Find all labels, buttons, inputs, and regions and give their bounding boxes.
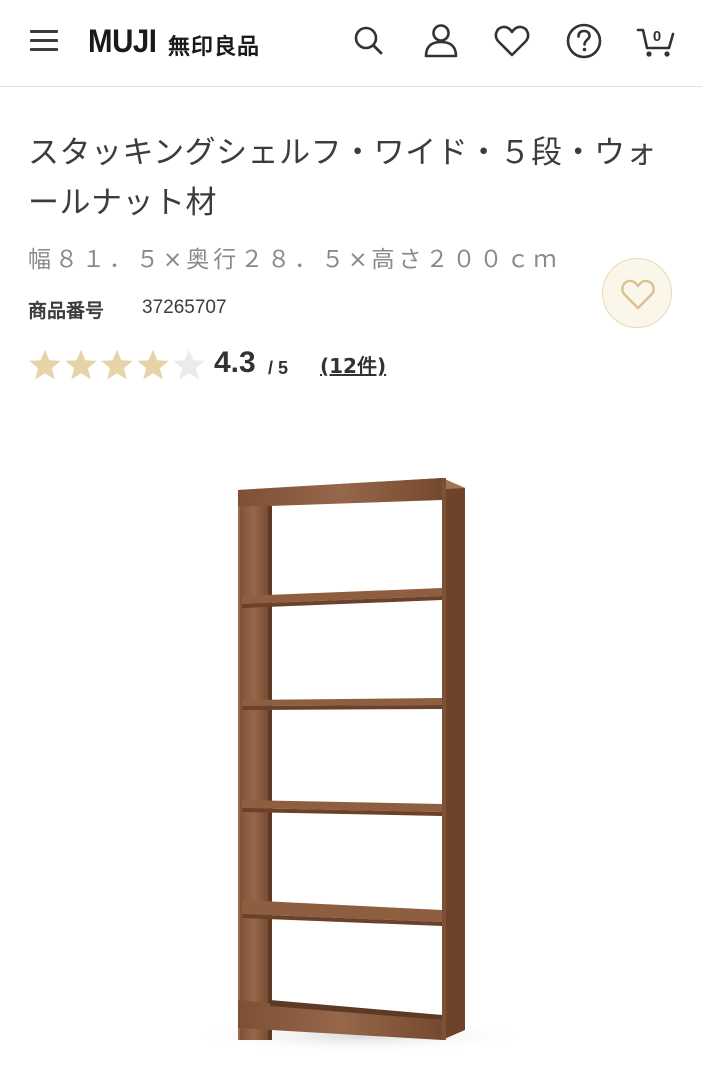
cart-count: 0 — [653, 28, 661, 45]
product-number: 商品番号 37265707 — [28, 296, 227, 323]
star-icon — [29, 349, 61, 380]
user-icon[interactable] — [422, 22, 460, 60]
star-icon — [65, 349, 97, 380]
rating-stars — [28, 348, 206, 386]
header: MUJI 無印良品 0 — [0, 0, 702, 87]
product-title: スタッキングシェルフ・ワイド・５段・ウォ ールナット材 — [28, 128, 678, 228]
star-empty-icon — [173, 349, 205, 380]
rating: 4.3 / 5 (12件) — [28, 346, 448, 386]
product-number-value: 37265707 — [142, 297, 227, 318]
product-title-line2: ールナット材 — [28, 185, 217, 221]
favorite-button[interactable] — [602, 258, 672, 328]
review-count-link[interactable]: (12件) — [320, 350, 386, 379]
product-size: 幅８１．５×奥行２８．５×高さ２００ｃｍ — [28, 247, 561, 273]
cart-icon[interactable]: 0 — [636, 22, 676, 60]
star-icon — [101, 349, 133, 380]
logo-muji[interactable]: MUJI — [88, 23, 157, 60]
rating-outof: / 5 — [268, 358, 289, 378]
product-number-label: 商品番号 — [28, 300, 105, 322]
product-image[interactable] — [180, 460, 540, 1060]
menu-icon[interactable] — [30, 30, 58, 54]
rating-score: 4.3 — [214, 346, 256, 379]
search-icon[interactable] — [350, 22, 388, 60]
logo-mujirushi[interactable]: 無印良品 — [168, 29, 260, 61]
help-icon[interactable] — [565, 22, 603, 60]
heart-icon — [621, 279, 655, 310]
star-icon — [137, 349, 169, 380]
product-title-line1: スタッキングシェルフ・ワイド・５段・ウォ — [28, 135, 658, 171]
heart-icon[interactable] — [493, 22, 531, 60]
